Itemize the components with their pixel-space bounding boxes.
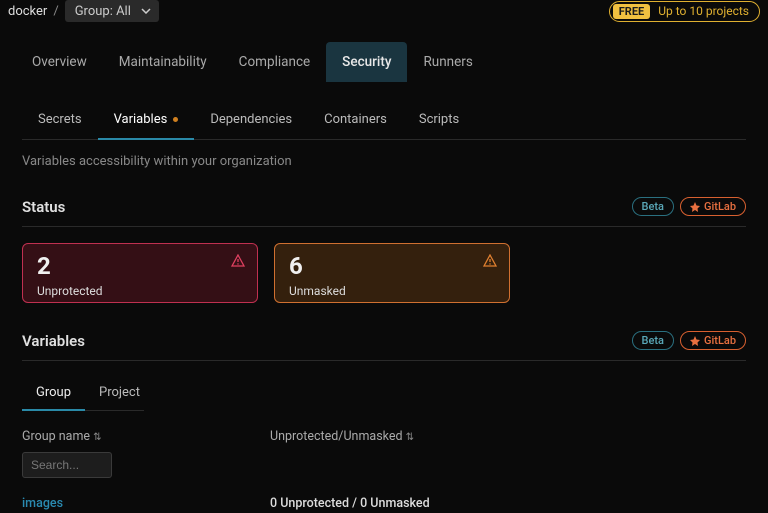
security-sub-tabs: Secrets Variables Dependencies Container… xyxy=(22,100,746,140)
tab-compliance[interactable]: Compliance xyxy=(223,42,327,82)
subtab-variables[interactable]: Variables xyxy=(98,100,195,139)
card-unprotected-count: 2 xyxy=(37,254,243,278)
gitlab-icon xyxy=(690,336,700,346)
group-select-label: Group: All xyxy=(75,4,131,19)
sort-icon: ⇅ xyxy=(406,432,414,443)
warning-icon xyxy=(231,254,245,268)
beta-badge: Beta xyxy=(632,197,674,216)
gitlab-badge[interactable]: GitLab xyxy=(680,197,746,216)
variables-title: Variables xyxy=(22,332,85,350)
breadcrumb-separator: / xyxy=(53,4,58,19)
status-cards: 2 Unprotected 6 Unmasked xyxy=(22,243,746,303)
gitlab-icon xyxy=(690,202,700,212)
plan-text: Up to 10 projects xyxy=(658,4,749,18)
tab-maintainability[interactable]: Maintainability xyxy=(103,42,223,82)
subtab-secrets[interactable]: Secrets xyxy=(22,100,98,139)
variables-scope-tabs: Group Project xyxy=(22,375,144,411)
card-unmasked[interactable]: 6 Unmasked xyxy=(274,243,510,303)
group-search xyxy=(22,452,112,478)
status-title: Status xyxy=(22,198,65,216)
page-subtitle: Variables accessibility within your orga… xyxy=(22,154,746,169)
chevron-down-icon xyxy=(141,8,151,14)
group-link-images[interactable]: images xyxy=(22,496,270,511)
group-select[interactable]: Group: All xyxy=(65,0,159,22)
free-pill: FREE xyxy=(613,4,650,19)
row-stat: 0 Unprotected / 0 Unmasked xyxy=(270,496,746,511)
status-section-header: Status Beta GitLab xyxy=(22,197,746,227)
column-stat-label: Unprotected/Unmasked xyxy=(270,429,403,444)
plan-badge[interactable]: FREE Up to 10 projects xyxy=(609,1,760,22)
breadcrumb-org[interactable]: docker xyxy=(8,4,47,19)
column-group-name[interactable]: Group name⇅ xyxy=(22,429,270,444)
warning-icon xyxy=(483,254,497,268)
tab-runners[interactable]: Runners xyxy=(407,42,488,82)
breadcrumb: docker / Group: All xyxy=(8,0,159,22)
gitlab-badge-label: GitLab xyxy=(704,334,736,347)
search-input[interactable] xyxy=(22,452,112,478)
indicator-dot-icon xyxy=(173,117,178,122)
subtab-containers[interactable]: Containers xyxy=(308,100,403,139)
column-group-name-label: Group name xyxy=(22,429,90,444)
main-tabs: Overview Maintainability Compliance Secu… xyxy=(0,42,768,82)
scope-tab-group[interactable]: Group xyxy=(22,375,85,410)
card-unprotected-label: Unprotected xyxy=(37,284,243,298)
scope-tab-project[interactable]: Project xyxy=(85,375,154,410)
card-unmasked-count: 6 xyxy=(289,254,495,278)
card-unmasked-label: Unmasked xyxy=(289,284,495,298)
gitlab-badge-label: GitLab xyxy=(704,200,736,213)
card-unprotected[interactable]: 2 Unprotected xyxy=(22,243,258,303)
subtab-variables-label: Variables xyxy=(114,112,168,127)
table-row: images 0 Unprotected / 0 Unmasked xyxy=(22,496,746,511)
column-unprotected-unmasked[interactable]: Unprotected/Unmasked⇅ xyxy=(270,429,746,444)
sort-icon: ⇅ xyxy=(93,432,101,443)
tab-overview[interactable]: Overview xyxy=(16,42,103,82)
subtab-scripts[interactable]: Scripts xyxy=(403,100,475,139)
subtab-dependencies[interactable]: Dependencies xyxy=(194,100,308,139)
tab-security[interactable]: Security xyxy=(326,42,407,82)
variables-table-header: Group name⇅ Unprotected/Unmasked⇅ xyxy=(22,429,746,444)
beta-badge: Beta xyxy=(632,331,674,350)
variables-section-header: Variables Beta GitLab xyxy=(22,331,746,361)
gitlab-badge[interactable]: GitLab xyxy=(680,331,746,350)
